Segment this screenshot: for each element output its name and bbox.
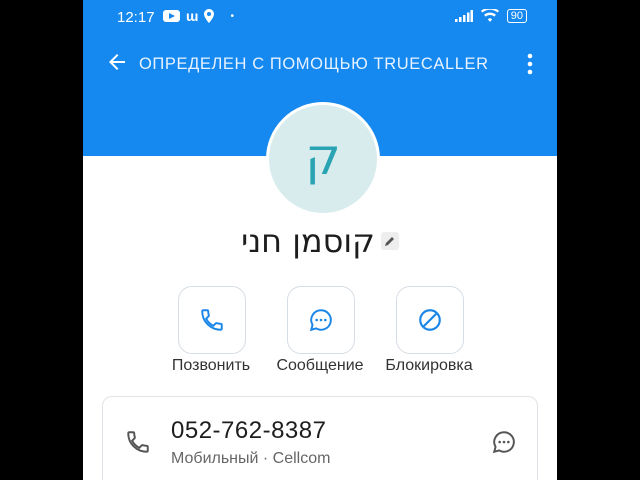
phone-number: 052-762-8387 [171, 417, 327, 444]
status-system-icons: 90 [454, 9, 527, 23]
battery-icon: 90 [506, 9, 527, 23]
contact-avatar: ק [266, 102, 380, 216]
wifi-icon [480, 9, 499, 22]
chat-bubble-icon[interactable] [491, 429, 517, 455]
contact-name: קוסמן חני [241, 222, 375, 260]
more-options-icon[interactable] [519, 50, 541, 78]
phone-type-carrier: Мобильный · Cellcom [171, 450, 331, 467]
block-label: Блокировка [385, 357, 473, 374]
phone-number-card[interactable]: 052-762-8387 Мобильный · Cellcom [102, 396, 538, 480]
status-bar: 12:17 ɯ • 90 [83, 0, 557, 34]
youtube-icon [163, 10, 180, 22]
dot-icon: • [230, 10, 234, 22]
phone-icon [201, 309, 223, 331]
block-icon [419, 309, 441, 331]
contact-name-row: קוסמן חני [83, 222, 557, 260]
header-title: ОПРЕДЕЛЕН С ПОМОЩЬЮ TRUECALLER [139, 55, 489, 73]
w-app-icon: ɯ [186, 8, 199, 24]
location-pin-icon [204, 9, 215, 23]
phone-icon [127, 431, 149, 453]
call-label: Позвонить [171, 357, 251, 374]
phone-screen: 12:17 ɯ • 90 ОПРЕДЕЛЕН С ПОМОЩЬЮ TRUECAL… [83, 0, 557, 480]
status-time: 12:17 [117, 9, 155, 26]
avatar-letter: ק [305, 128, 341, 186]
back-arrow-icon[interactable] [105, 50, 129, 74]
block-button[interactable] [396, 286, 464, 354]
message-button[interactable] [287, 286, 355, 354]
status-notification-icons: ɯ • [163, 8, 234, 24]
edit-pencil-icon[interactable] [380, 232, 399, 250]
signal-icon [454, 10, 473, 22]
call-button[interactable] [178, 286, 246, 354]
chat-bubble-icon [309, 309, 332, 332]
message-label: Сообщение [276, 357, 364, 374]
